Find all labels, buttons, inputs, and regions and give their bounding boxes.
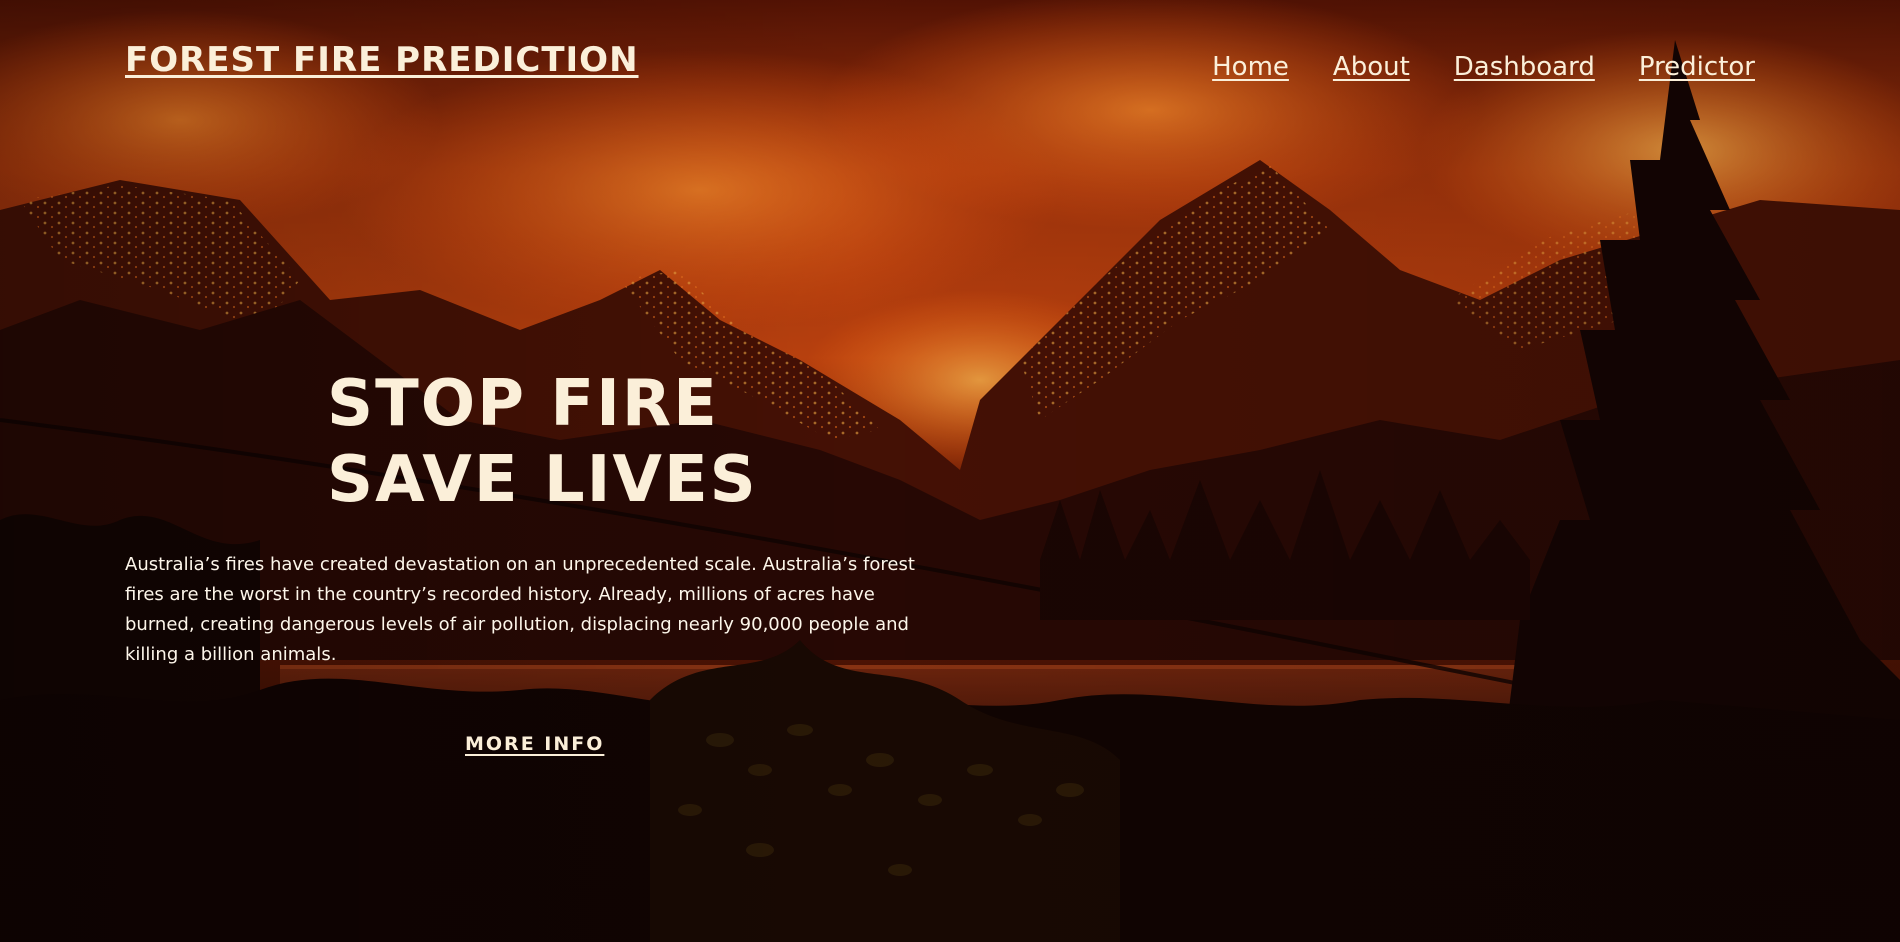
site-title-link[interactable]: FOREST FIRE PREDICTION bbox=[125, 40, 639, 80]
nav-home-link[interactable]: Home bbox=[1212, 52, 1289, 82]
nav-dashboard-link[interactable]: Dashboard bbox=[1454, 52, 1595, 82]
hero-description: Australia’s fires have created devastati… bbox=[125, 554, 915, 665]
main-nav: Home About Dashboard Predictor bbox=[1212, 52, 1755, 82]
more-info-button[interactable]: MORE INFO bbox=[465, 733, 604, 755]
hero-heading-line-2: SAVE LIVES bbox=[327, 443, 758, 517]
hero-background-image bbox=[0, 0, 1900, 942]
nav-about-link[interactable]: About bbox=[1333, 52, 1410, 82]
nav-predictor-link[interactable]: Predictor bbox=[1639, 52, 1755, 82]
hero-heading-line-1: STOP FIRE bbox=[327, 367, 719, 441]
